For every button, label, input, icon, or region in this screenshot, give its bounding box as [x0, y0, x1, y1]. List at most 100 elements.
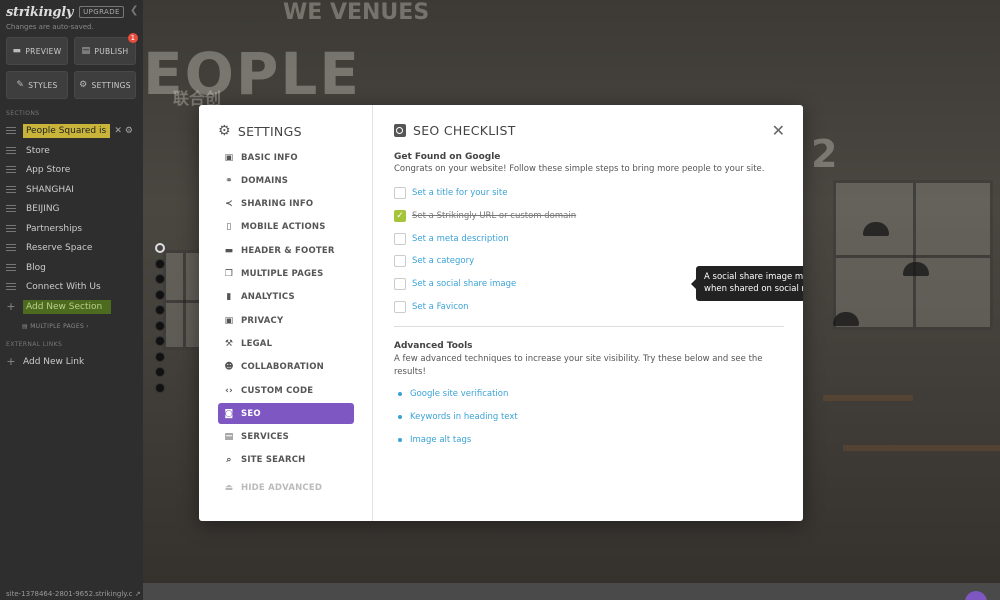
preview-button[interactable]: ▬ PREVIEW [6, 37, 68, 65]
advanced-tool-item: Keywords in heading text [398, 412, 518, 422]
strikingly-logo[interactable]: strikingly [6, 5, 73, 20]
seo-icon: ◙ [224, 408, 234, 419]
section-dot[interactable] [155, 367, 165, 377]
publish-badge: 1 [128, 33, 138, 43]
settings-nav-item[interactable]: ☻ COLLABORATION [218, 357, 354, 378]
services-icon: ▤ [224, 432, 234, 443]
section-item[interactable]: Reserve Space [6, 239, 136, 256]
settings-nav-item[interactable]: ▬ HEADER & FOOTER [218, 240, 354, 261]
section-dot[interactable] [155, 305, 165, 315]
add-section-label: Add New Section [23, 299, 111, 314]
settings-label: SETTINGS [91, 80, 131, 90]
autosave-status: Changes are auto-saved. [6, 23, 94, 31]
drag-handle-icon[interactable] [6, 205, 16, 212]
multiple-pages-link[interactable]: ▤ MULTIPLE PAGES › [22, 323, 89, 330]
drag-handle-icon[interactable] [6, 166, 16, 173]
section-dot[interactable] [155, 320, 165, 331]
section-dot[interactable] [155, 336, 165, 346]
section-label: Partnerships [26, 223, 83, 234]
section-label: Store [26, 145, 50, 156]
checklist-link[interactable]: Set a social share image [412, 279, 516, 289]
preview-label: PREVIEW [25, 46, 62, 56]
advanced-tool-link[interactable]: Google site verification [410, 389, 508, 399]
drag-handle-icon[interactable] [6, 244, 16, 251]
collapse-sidebar-icon[interactable]: ❮ [130, 5, 138, 16]
drag-handle-icon[interactable] [6, 127, 16, 134]
site-url-link[interactable]: site-1378464-2801-9652.strikingly.c ↗ [6, 590, 141, 598]
settings-nav-item[interactable]: ⚒ LEGAL [218, 333, 354, 354]
add-link-button[interactable]: + Add New Link [6, 353, 136, 370]
editor-sidebar: strikingly UPGRADE ❮ Changes are auto-sa… [0, 0, 143, 600]
seo-panel: SEO CHECKLIST ✕ Get Found on Google Cong… [374, 105, 803, 521]
drag-handle-icon[interactable] [6, 147, 16, 154]
settings-nav-item[interactable]: ▮ ANALYTICS [218, 287, 354, 308]
external-links-heading: EXTERNAL LINKS [6, 341, 63, 348]
advanced-tool-link[interactable]: Keywords in heading text [410, 412, 518, 422]
close-icon[interactable]: ✕ [772, 123, 785, 139]
settings-nav-item[interactable]: ≺ SHARING INFO [218, 194, 354, 215]
section-label: SHANGHAI [26, 184, 74, 195]
section-dot[interactable] [155, 274, 165, 284]
checklist-link[interactable]: Set a Strikingly URL or custom domain [412, 211, 576, 221]
settings-nav-item[interactable]: ‹› CUSTOM CODE [218, 380, 354, 401]
section-label: Reserve Space [26, 242, 93, 253]
upgrade-button[interactable]: UPGRADE [79, 6, 124, 18]
checklist-link[interactable]: Set a meta description [412, 234, 509, 244]
drag-handle-icon[interactable] [6, 264, 16, 271]
bar-chart-icon: ▮ [226, 292, 232, 303]
settings-nav-item[interactable]: ▤ SERVICES [218, 427, 354, 448]
site-url-text: site-1378464-2801-9652.strikingly.c [6, 590, 133, 598]
settings-nav-item[interactable]: ▣ PRIVACY [218, 310, 354, 331]
section-dot[interactable] [155, 382, 165, 393]
advanced-tools-description: A few advanced techniques to increase yo… [394, 354, 763, 377]
publish-button[interactable]: ▤ PUBLISH 1 [74, 33, 138, 65]
drag-handle-icon[interactable] [6, 225, 16, 232]
document-icon: ▤ [81, 46, 91, 56]
section-label: App Store [26, 164, 71, 175]
section-tools[interactable]: ✕⚙ [114, 126, 136, 136]
add-section-button[interactable]: + Add New Section [6, 298, 136, 315]
checklist-link[interactable]: Set a title for your site [412, 188, 507, 198]
checkbox[interactable] [394, 187, 406, 199]
hide-advanced-button[interactable]: ⏏ HIDE ADVANCED [218, 477, 354, 498]
section-dot[interactable] [155, 289, 165, 300]
checkbox[interactable]: ✓ [394, 209, 406, 222]
drag-handle-icon[interactable] [6, 283, 16, 290]
settings-nav-item[interactable]: ◙ SEO [218, 403, 354, 425]
checkbox[interactable] [394, 301, 406, 313]
section-dot[interactable] [155, 351, 165, 362]
section-item[interactable]: BEIJING [6, 200, 136, 217]
settings-nav-item[interactable]: ⚭ DOMAINS [218, 170, 354, 191]
settings-nav-item[interactable]: ❐ MULTIPLE PAGES [218, 264, 354, 285]
section-label: Blog [26, 262, 46, 273]
styles-button[interactable]: ✎ STYLES [6, 71, 68, 99]
section-item[interactable]: App Store [6, 161, 136, 178]
checkbox[interactable] [394, 255, 406, 268]
settings-nav-item[interactable]: ▯ MOBILE ACTIONS [218, 217, 354, 238]
settings-nav-item[interactable]: ▣ BASIC INFO [218, 147, 354, 168]
section-dot[interactable] [155, 243, 165, 253]
checklist-item: Set a category [394, 254, 474, 268]
settings-nav-label: PRIVACY [241, 315, 284, 326]
section-item[interactable]: People Squared is ✕⚙ [6, 122, 136, 139]
section-dot[interactable] [155, 258, 165, 269]
section-item[interactable]: Store [6, 142, 136, 159]
bg-window [833, 180, 993, 330]
section-item[interactable]: Blog [6, 259, 136, 276]
advanced-tool-link[interactable]: Image alt tags [410, 435, 471, 445]
settings-nav-item[interactable]: ⌕ SITE SEARCH [218, 450, 354, 471]
checklist-item: Set a title for your site [394, 186, 507, 200]
checkbox[interactable] [394, 278, 406, 291]
drag-handle-icon[interactable] [6, 186, 16, 193]
checkbox[interactable] [394, 232, 406, 245]
section-item[interactable]: Partnerships [6, 220, 136, 237]
section-item[interactable]: SHANGHAI [6, 181, 136, 198]
bg-table [843, 445, 1000, 451]
gear-icon: ⚙ [79, 80, 88, 90]
checklist-link[interactable]: Set a category [412, 256, 474, 266]
checklist-link[interactable]: Set a Favicon [412, 302, 469, 312]
settings-nav-label: SITE SEARCH [241, 455, 306, 466]
checklist-item: Set a Favicon [394, 300, 469, 314]
settings-button[interactable]: ⚙ SETTINGS [74, 71, 136, 99]
section-item[interactable]: Connect With Us [6, 278, 136, 295]
